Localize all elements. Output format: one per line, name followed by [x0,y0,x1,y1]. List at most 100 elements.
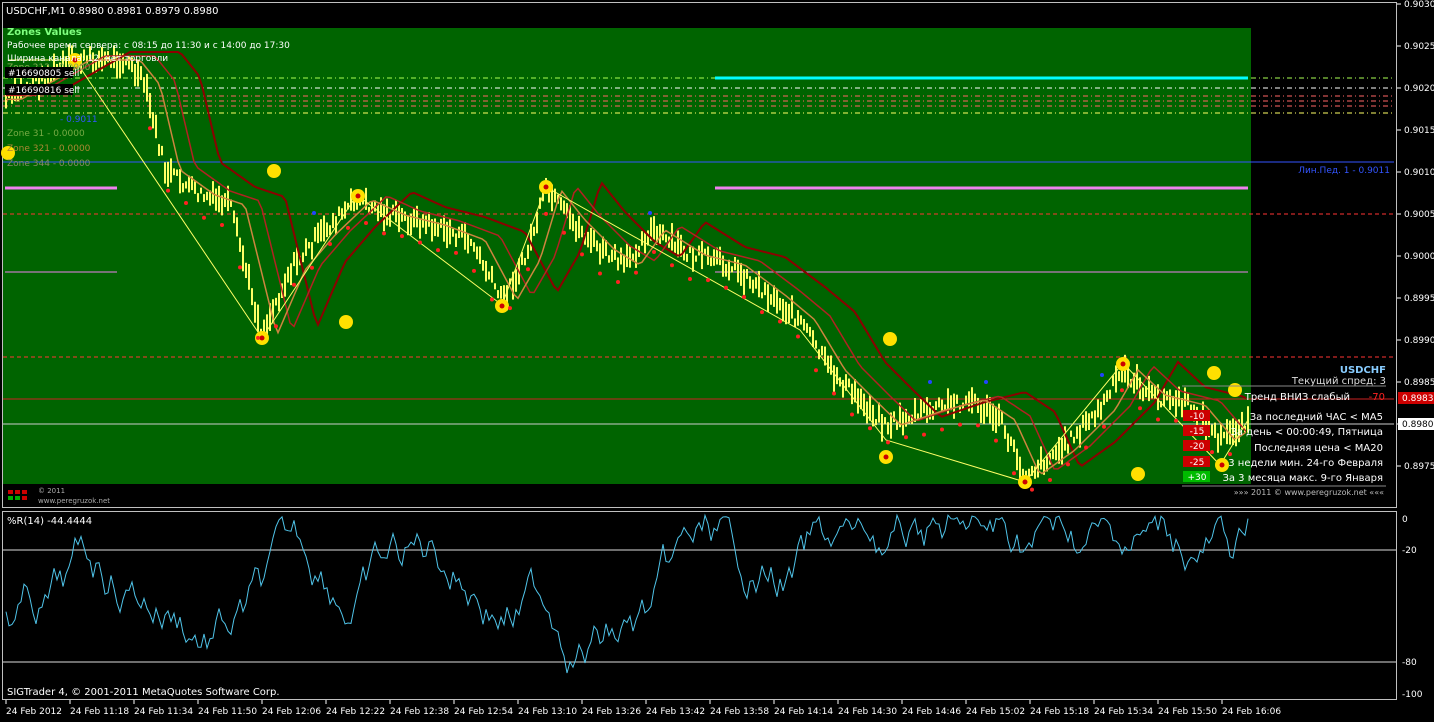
fractal-center [259,335,265,341]
red-dot [418,240,422,245]
time-tick-label: 24 Feb 15:34 [1094,707,1153,717]
time-tick-label: 24 Feb 13:10 [518,707,577,717]
time-tick-label: 24 Feb 15:02 [966,707,1025,717]
red-dot [652,250,656,255]
blue-dot [1100,373,1104,377]
red-dot [256,335,260,340]
time-tick-label: 24 Feb 15:18 [1030,707,1089,717]
info-row-2: За день < 00:00:49, Пятница [1230,427,1383,438]
fractal-center [543,184,549,190]
fractal-center [1120,361,1126,367]
red-dot [1048,477,1052,482]
line-label: Лин.Пед. 1 - 0.9011 [1298,166,1390,176]
red-dot [724,285,728,290]
red-dot [598,271,602,276]
time-tick-label: 24 Feb 11:34 [134,707,193,717]
time-tick-label: 24 Feb 11:18 [70,707,129,717]
red-dot [616,280,620,285]
red-dot [1228,452,1232,457]
red-dot [1084,445,1088,450]
zone-blue-text: - 0.9011 [60,115,98,125]
info-row-3: Последняя цена < MA20 [1254,443,1383,454]
blue-dot [984,380,988,384]
red-dot [544,211,548,216]
fractal-center [1022,479,1028,485]
red-dot [508,306,512,311]
red-dot [364,221,368,226]
red-dot [958,422,962,427]
signal-circle [883,332,897,346]
mt4-chart-window: Zones Values Рабочее время сервера: с 08… [0,0,1434,718]
indicator-label: %R(14) -44.4444 [7,516,92,527]
red-dot [940,427,944,432]
price-tick-label: 0.9025 [1404,42,1434,52]
fractal-center [883,454,889,460]
signal-circle [339,315,353,329]
red-dot [1102,424,1106,429]
badge-1-text: -10 [1190,412,1205,422]
info-spread: Текущий спред: 3 [1291,376,1386,387]
red-dot [832,391,836,396]
red-dot [220,222,224,227]
red-dot [472,268,476,273]
red-dot [580,252,584,257]
signal-circle [1131,467,1145,481]
time-tick-label: 24 Feb 12:54 [454,707,513,717]
blue-dot [928,380,932,384]
red-dot [814,368,818,373]
red-dot [1210,450,1214,455]
red-dot [706,278,710,283]
time-tick-label: 24 Feb 16:06 [1222,707,1281,717]
price-tick-label: 0.9010 [1404,168,1434,178]
info-trend-value: -70 [1369,392,1385,403]
red-dot [976,423,980,428]
blue-dot [648,211,652,215]
zones-title: Zones Values [7,27,82,38]
info-trend: Тренд ВНИЗ слабый [1244,392,1350,403]
watermark-line1: © 2011 [38,487,65,495]
price-marker-red-text: 0.8983 [1402,394,1434,404]
red-dot [490,297,494,302]
red-dot [346,225,350,230]
red-dot [1012,471,1016,476]
red-dot [310,265,314,270]
time-tick-label: 24 Feb 2012 [6,707,62,717]
red-dot [904,435,908,440]
price-tick-label: 0.8990 [1404,336,1434,346]
red-dot [670,263,674,268]
chart-canvas[interactable]: Zones Values Рабочее время сервера: с 08… [0,0,1434,718]
price-tick-label: 0.8985 [1404,378,1434,388]
time-tick-label: 24 Feb 15:50 [1158,707,1217,717]
signal-circle [1228,383,1242,397]
red-dot [436,248,440,253]
badge-2-text: -15 [1190,427,1205,437]
symbol-header: USDCHF,M1 0.8980 0.8981 0.8979 0.8980 [6,6,218,17]
work-time-text: Рабочее время сервера: с 08:15 до 11:30 … [7,41,290,51]
time-tick-label: 24 Feb 14:30 [838,707,897,717]
signal-circle [1207,366,1221,380]
blue-dot [312,211,316,215]
red-dot [562,230,566,235]
red-dot [850,412,854,417]
info-symbol: USDCHF [1340,365,1386,376]
red-dot [760,310,764,315]
fractal-center [499,303,505,309]
red-dot [238,265,242,270]
red-dot [1030,487,1034,492]
wpr-axis-80: -80 [1402,658,1417,668]
badge-3-text: -20 [1190,442,1205,452]
zone-31-text: Zone 31 - 0.0000 [7,129,85,139]
copyright-text: SIGTrader 4, © 2001-2011 MetaQuotes Soft… [7,687,280,698]
wpr-axis-100: -100 [1402,690,1423,700]
fractal-center [355,193,361,199]
red-dot [1174,418,1178,423]
price-tick-label: 0.9000 [1404,252,1434,262]
time-tick-label: 24 Feb 12:38 [390,707,449,717]
price-tick-label: 0.8995 [1404,294,1434,304]
wpr-axis-0: 0 [1402,515,1408,525]
time-tick-label: 24 Feb 12:22 [326,707,385,717]
red-dot [886,440,890,445]
fractal-center [1219,462,1225,468]
price-tick-label: 0.9020 [1404,84,1434,94]
info-row-5: За 3 месяца макс. 9-го Января [1222,473,1383,484]
